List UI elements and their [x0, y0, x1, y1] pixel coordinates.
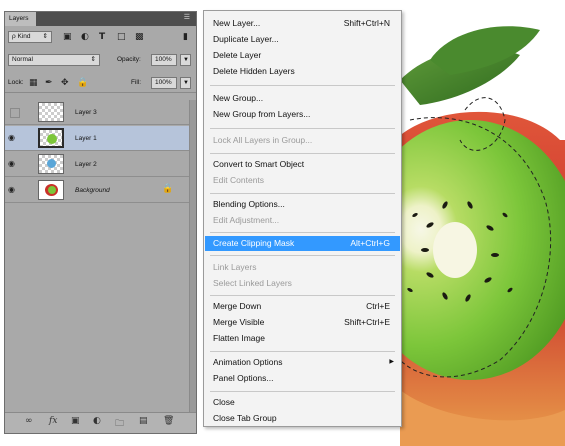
new-group-icon[interactable]: 🗀 — [115, 416, 124, 432]
layer-name: Layer 2 — [75, 161, 97, 168]
eye-icon[interactable]: ◉ — [8, 132, 20, 144]
menu-separator — [210, 255, 395, 256]
layer-row-selected[interactable]: ◉ Layer 1 — [5, 126, 196, 151]
delete-layer-icon[interactable]: 🗑 — [163, 416, 174, 426]
eye-icon[interactable]: ◉ — [8, 158, 20, 170]
menu-item-animation-options[interactable]: Animation Options ▶ — [205, 355, 400, 370]
menu-separator — [210, 351, 395, 352]
layer-name: Layer 1 — [75, 135, 97, 142]
new-layer-icon[interactable]: ▤ — [139, 416, 148, 426]
menu-separator — [210, 193, 395, 194]
layer-thumbnail — [38, 128, 64, 148]
lock-transparent-icon[interactable]: ▦ — [29, 77, 38, 89]
blend-mode-value: Normal — [12, 56, 33, 63]
visibility-toggle-empty[interactable] — [10, 108, 20, 118]
menu-separator — [210, 128, 395, 129]
panel-footer: ∞ fx ▣ ◐ 🗀 ▤ 🗑 — [5, 412, 196, 433]
adjustment-filter-icon[interactable]: ◐ — [81, 31, 89, 43]
layers-panel-menu: New Layer... Shift+Ctrl+N Duplicate Layer… — [203, 10, 402, 427]
blend-mode-select[interactable]: Normal ⇕ — [8, 54, 100, 66]
kind-filter-select[interactable]: ρ Kind ⇕ — [8, 31, 52, 43]
add-mask-icon[interactable]: ▣ — [71, 416, 80, 426]
opacity-value: 100% — [155, 56, 172, 63]
menu-item-close-tab-group[interactable]: Close Tab Group — [205, 411, 400, 426]
menu-item-edit-adjustment: Edit Adjustment... — [213, 215, 280, 225]
fill-label: Fill: — [131, 79, 142, 86]
menu-item-new-layer[interactable]: New Layer... Shift+Ctrl+N — [205, 16, 400, 31]
menu-item-merge-visible[interactable]: Merge Visible Shift+Ctrl+E — [205, 315, 400, 330]
menu-item-panel-options[interactable]: Panel Options... — [205, 371, 400, 386]
menu-separator — [210, 295, 395, 296]
panel-tab-bar: Layers ☰ — [5, 12, 196, 26]
opacity-input[interactable]: 100% — [151, 54, 177, 66]
menu-item-merge-down[interactable]: Merge Down Ctrl+E — [205, 299, 400, 314]
menu-item-convert-to-smart-object[interactable]: Convert to Smart Object — [205, 157, 400, 172]
layer-row[interactable]: Layer 3 — [5, 100, 196, 125]
lock-all-icon[interactable]: 🔒 — [77, 77, 88, 89]
shape-filter-icon[interactable]: □ — [117, 31, 126, 43]
chevron-down-icon: ▼ — [183, 80, 189, 86]
menu-item-edit-contents: Edit Contents — [213, 175, 265, 185]
eye-icon[interactable]: ◉ — [8, 184, 20, 196]
photoshop-window: Layers ☰ ρ Kind ⇕ ▣ ◐ T □ ▩ ▮ Normal ⇕ O… — [0, 0, 565, 446]
layer-name: Background — [75, 187, 110, 194]
menu-item-new-group-from-layers[interactable]: New Group from Layers... — [205, 107, 400, 122]
menu-item-link-layers: Link Layers — [213, 262, 257, 272]
layer-thumbnail — [38, 180, 64, 200]
layer-row[interactable]: ◉ Layer 2 — [5, 152, 196, 177]
layer-thumbnail — [38, 154, 64, 174]
image-filter-icon[interactable]: ▣ — [63, 31, 72, 43]
menu-item-close[interactable]: Close — [205, 395, 400, 410]
fill-input[interactable]: 100% — [151, 77, 177, 89]
lock-position-icon[interactable]: ✥ — [61, 77, 69, 89]
menu-separator — [210, 391, 395, 392]
menu-separator — [210, 232, 395, 233]
fill-value: 100% — [155, 79, 172, 86]
submenu-arrow-icon: ▶ — [389, 359, 394, 365]
lock-row: Lock: ▦ ✒ ✥ 🔒 Fill: 100% ▼ — [5, 73, 196, 93]
lock-icon: 🔒 — [162, 184, 174, 194]
fx-icon[interactable]: fx — [49, 416, 57, 426]
layers-tab[interactable]: Layers — [5, 12, 36, 26]
menu-item-duplicate-layer[interactable]: Duplicate Layer... — [205, 32, 400, 47]
layer-name: Layer 3 — [75, 109, 97, 116]
type-filter-icon[interactable]: T — [99, 31, 105, 43]
menu-separator — [210, 85, 395, 86]
adjustment-layer-icon[interactable]: ◐ — [93, 416, 101, 426]
filter-toggle-icon[interactable]: ▮ — [183, 31, 188, 43]
menu-item-delete-layer[interactable]: Delete Layer — [205, 48, 400, 63]
chevron-down-icon: ▼ — [183, 57, 189, 63]
panel-menu-icon[interactable]: ☰ — [184, 13, 190, 21]
menu-item-lock-all-layers: Lock All Layers in Group... — [213, 135, 313, 145]
menu-item-select-linked-layers: Select Linked Layers — [213, 278, 292, 288]
smart-object-filter-icon[interactable]: ▩ — [135, 31, 144, 43]
menu-item-create-clipping-mask[interactable]: Create Clipping Mask Alt+Ctrl+G — [205, 236, 400, 251]
menu-separator — [210, 153, 395, 154]
menu-item-flatten-image[interactable]: Flatten Image — [205, 331, 400, 346]
lock-label: Lock: — [8, 79, 24, 86]
link-layers-icon[interactable]: ∞ — [25, 416, 33, 426]
opacity-dropdown-button[interactable]: ▼ — [180, 54, 191, 66]
dropdown-arrow-icon: ⇕ — [90, 56, 96, 63]
opacity-label: Opacity: — [117, 56, 141, 63]
menu-item-new-group[interactable]: New Group... — [205, 91, 400, 106]
dropdown-arrow-icon: ⇕ — [42, 33, 48, 40]
fill-dropdown-button[interactable]: ▼ — [180, 77, 191, 89]
layer-thumbnail — [38, 102, 64, 122]
blend-row: Normal ⇕ Opacity: 100% ▼ — [5, 50, 196, 69]
kind-filter-label: ρ Kind — [12, 33, 31, 40]
menu-item-blending-options[interactable]: Blending Options... — [205, 197, 400, 212]
layers-scrollbar[interactable] — [189, 100, 196, 412]
layers-panel: Layers ☰ ρ Kind ⇕ ▣ ◐ T □ ▩ ▮ Normal ⇕ O… — [4, 11, 197, 434]
filter-row: ρ Kind ⇕ ▣ ◐ T □ ▩ ▮ — [5, 27, 196, 46]
menu-item-delete-hidden-layers[interactable]: Delete Hidden Layers — [205, 64, 400, 79]
lock-image-icon[interactable]: ✒ — [45, 77, 53, 89]
layer-row[interactable]: ◉ Background 🔒 — [5, 178, 196, 203]
